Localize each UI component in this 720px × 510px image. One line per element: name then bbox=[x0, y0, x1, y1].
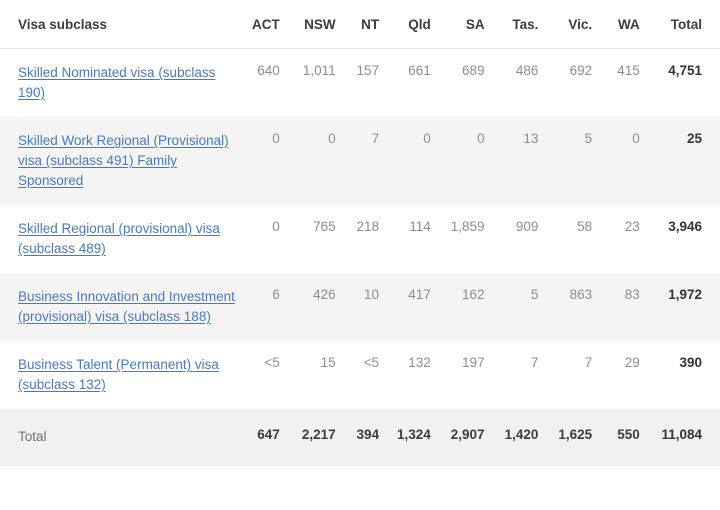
cell-visa-subclass: Skilled Regional (provisional) visa (sub… bbox=[0, 205, 247, 273]
column-header-nt: NT bbox=[349, 0, 394, 49]
cell-nsw: 15 bbox=[293, 341, 350, 409]
cell-wa: 415 bbox=[606, 48, 654, 117]
cell-total-nt: 394 bbox=[349, 409, 394, 466]
cell-total: 1,972 bbox=[653, 273, 720, 341]
cell-total-grand: 11,084 bbox=[653, 409, 720, 466]
cell-vic: 692 bbox=[552, 48, 607, 117]
column-header-act: ACT bbox=[246, 0, 294, 49]
cell-sa: 197 bbox=[444, 341, 499, 409]
cell-visa-subclass: Skilled Work Regional (Provisional) visa… bbox=[0, 117, 247, 205]
column-header-nsw: NSW bbox=[293, 0, 350, 49]
cell-total-label: Total bbox=[0, 409, 247, 466]
cell-nt: 10 bbox=[349, 273, 394, 341]
cell-visa-subclass: Business Innovation and Investment (prov… bbox=[0, 273, 247, 341]
cell-qld: 114 bbox=[393, 205, 445, 273]
column-header-visa-subclass: Visa subclass bbox=[0, 0, 247, 49]
cell-nt: 157 bbox=[349, 48, 394, 117]
visa-subclass-table: Visa subclass ACT NSW NT Qld SA Tas. Vic… bbox=[0, 0, 720, 466]
column-header-sa: SA bbox=[444, 0, 499, 49]
column-header-wa: WA bbox=[606, 0, 654, 49]
cell-total-act: 647 bbox=[246, 409, 294, 466]
cell-tas: 13 bbox=[498, 117, 553, 205]
table-row: Skilled Regional (provisional) visa (sub… bbox=[0, 205, 720, 273]
table-row: Skilled Work Regional (Provisional) visa… bbox=[0, 117, 720, 205]
cell-act: 0 bbox=[246, 117, 294, 205]
visa-subclass-table-container: Visa subclass ACT NSW NT Qld SA Tas. Vic… bbox=[0, 0, 720, 466]
cell-act: 6 bbox=[246, 273, 294, 341]
visa-subclass-link[interactable]: Skilled Regional (provisional) visa (sub… bbox=[18, 221, 220, 256]
cell-act: <5 bbox=[246, 341, 294, 409]
visa-subclass-link[interactable]: Skilled Nominated visa (subclass 190) bbox=[18, 65, 215, 100]
cell-vic: 863 bbox=[552, 273, 607, 341]
column-header-vic: Vic. bbox=[552, 0, 607, 49]
cell-visa-subclass: Skilled Nominated visa (subclass 190) bbox=[0, 48, 247, 117]
cell-sa: 0 bbox=[444, 117, 499, 205]
cell-act: 0 bbox=[246, 205, 294, 273]
cell-vic: 5 bbox=[552, 117, 607, 205]
cell-visa-subclass: Business Talent (Permanent) visa (subcla… bbox=[0, 341, 247, 409]
cell-nt: 218 bbox=[349, 205, 394, 273]
cell-vic: 7 bbox=[552, 341, 607, 409]
cell-qld: 417 bbox=[393, 273, 445, 341]
table-total-row: Total 647 2,217 394 1,324 2,907 1,420 1,… bbox=[0, 409, 720, 466]
cell-wa: 29 bbox=[606, 341, 654, 409]
cell-nt: 7 bbox=[349, 117, 394, 205]
table-header-row: Visa subclass ACT NSW NT Qld SA Tas. Vic… bbox=[0, 0, 720, 49]
cell-total-nsw: 2,217 bbox=[293, 409, 350, 466]
column-header-tas: Tas. bbox=[498, 0, 553, 49]
visa-subclass-link[interactable]: Business Innovation and Investment (prov… bbox=[18, 289, 235, 324]
cell-act: 640 bbox=[246, 48, 294, 117]
column-header-total: Total bbox=[653, 0, 720, 49]
cell-total: 4,751 bbox=[653, 48, 720, 117]
cell-tas: 5 bbox=[498, 273, 553, 341]
cell-wa: 0 bbox=[606, 117, 654, 205]
visa-subclass-link[interactable]: Business Talent (Permanent) visa (subcla… bbox=[18, 357, 219, 392]
cell-sa: 1,859 bbox=[444, 205, 499, 273]
table-header: Visa subclass ACT NSW NT Qld SA Tas. Vic… bbox=[0, 0, 720, 49]
cell-nsw: 1,011 bbox=[293, 48, 350, 117]
cell-total-qld: 1,324 bbox=[393, 409, 445, 466]
table-row: Business Innovation and Investment (prov… bbox=[0, 273, 720, 341]
column-header-qld: Qld bbox=[393, 0, 445, 49]
cell-nt: <5 bbox=[349, 341, 394, 409]
cell-qld: 0 bbox=[393, 117, 445, 205]
cell-qld: 661 bbox=[393, 48, 445, 117]
cell-nsw: 0 bbox=[293, 117, 350, 205]
cell-total-sa: 2,907 bbox=[444, 409, 499, 466]
cell-total-vic: 1,625 bbox=[552, 409, 607, 466]
cell-qld: 132 bbox=[393, 341, 445, 409]
cell-total-wa: 550 bbox=[606, 409, 654, 466]
cell-vic: 58 bbox=[552, 205, 607, 273]
cell-tas: 7 bbox=[498, 341, 553, 409]
table-body: Skilled Nominated visa (subclass 190) 64… bbox=[0, 48, 720, 466]
cell-wa: 83 bbox=[606, 273, 654, 341]
cell-nsw: 765 bbox=[293, 205, 350, 273]
cell-sa: 689 bbox=[444, 48, 499, 117]
cell-total: 25 bbox=[653, 117, 720, 205]
table-row: Business Talent (Permanent) visa (subcla… bbox=[0, 341, 720, 409]
cell-sa: 162 bbox=[444, 273, 499, 341]
visa-subclass-link[interactable]: Skilled Work Regional (Provisional) visa… bbox=[18, 133, 229, 188]
cell-wa: 23 bbox=[606, 205, 654, 273]
cell-total-tas: 1,420 bbox=[498, 409, 553, 466]
cell-tas: 909 bbox=[498, 205, 553, 273]
cell-total: 390 bbox=[653, 341, 720, 409]
table-row: Skilled Nominated visa (subclass 190) 64… bbox=[0, 48, 720, 117]
cell-nsw: 426 bbox=[293, 273, 350, 341]
cell-tas: 486 bbox=[498, 48, 553, 117]
cell-total: 3,946 bbox=[653, 205, 720, 273]
